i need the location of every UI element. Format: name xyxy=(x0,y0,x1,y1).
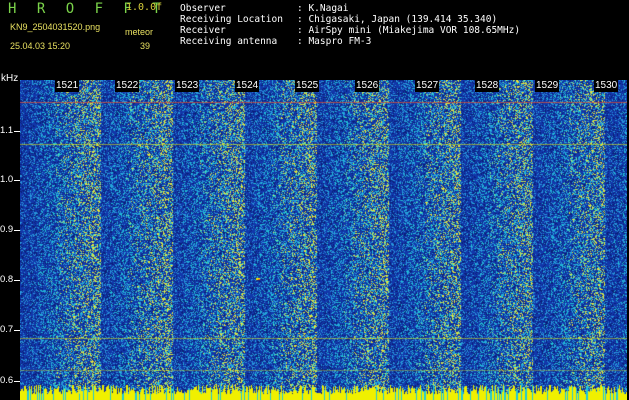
y-axis: 1.1 1.0 0.9 0.8 0.7 0.6 xyxy=(0,80,20,400)
minute-label: 1530 xyxy=(594,80,619,92)
station-value: : Chigasaki, Japan (139.414 35.340) xyxy=(297,14,498,25)
station-key: Receiver xyxy=(180,25,226,36)
station-value: : K.Nagai xyxy=(297,3,349,14)
station-value: : AirSpy mini (Miakejima VOR 108.65MHz) xyxy=(297,25,521,36)
minute-label: 1529 xyxy=(535,80,560,92)
minute-label: 1527 xyxy=(415,80,440,92)
timestamp: 25.04.03 15:20 xyxy=(10,41,71,51)
y-tick-label: 1.1 xyxy=(0,125,14,136)
station-row-observer: Observer : K.Nagai xyxy=(180,3,520,14)
station-row-antenna: Receiving antenna : Maspro FM-3 xyxy=(180,36,520,47)
station-key: Receiving antenna xyxy=(180,36,278,47)
station-info: Observer : K.Nagai Receiving Location : Ch… xyxy=(180,3,520,47)
station-key: Observer xyxy=(180,3,226,14)
y-tick-label: 1.0 xyxy=(0,174,14,185)
meteor-count-value: 39 xyxy=(140,41,151,51)
minute-label: 1528 xyxy=(475,80,500,92)
hrofft-window: H R O F F T 1.0.0f KN9_2504031520.png 25… xyxy=(0,0,629,400)
y-tick-label: 0.6 xyxy=(0,375,14,386)
minute-label: 1526 xyxy=(355,80,380,92)
minute-label: 1521 xyxy=(55,80,80,92)
minute-label: 1523 xyxy=(175,80,200,92)
minute-label: 1522 xyxy=(115,80,140,92)
station-row-location: Receiving Location : Chigasaki, Japan (13… xyxy=(180,14,520,25)
file-name: KN9_2504031520.png xyxy=(10,22,101,32)
spectrogram-waterfall xyxy=(20,80,627,400)
station-key: Receiving Location xyxy=(180,14,283,25)
app-version: 1.0.0f xyxy=(126,2,163,13)
station-value: : Maspro FM-3 xyxy=(297,36,372,47)
minute-label: 1524 xyxy=(235,80,260,92)
y-tick-label: 0.9 xyxy=(0,224,14,235)
station-row-receiver: Receiver : AirSpy mini (Miakejima VOR 108… xyxy=(180,25,520,36)
meteor-count-label: meteor xyxy=(125,27,154,37)
y-tick-label: 0.8 xyxy=(0,274,14,285)
y-tick-label: 0.7 xyxy=(0,324,14,335)
minute-label: 1525 xyxy=(295,80,320,92)
